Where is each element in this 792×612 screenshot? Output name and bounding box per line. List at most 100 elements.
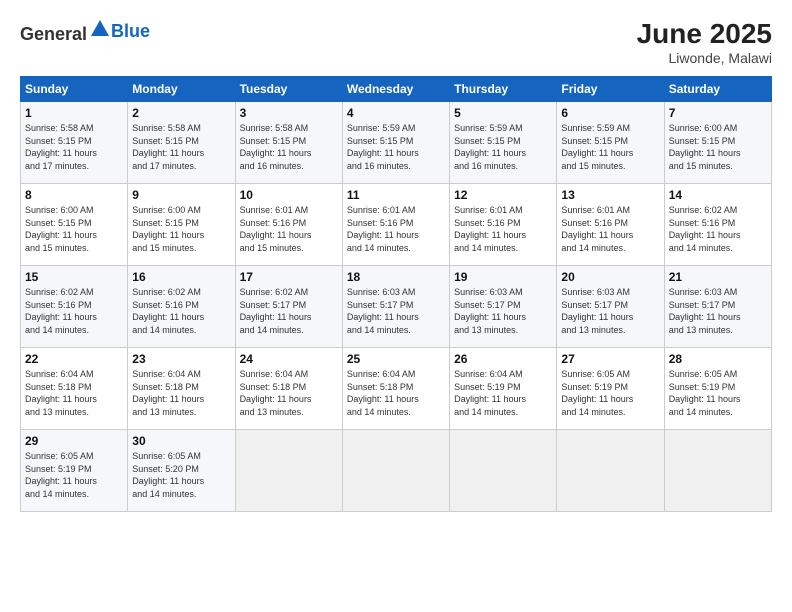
logo-icon [89,18,111,40]
table-row: 22 Sunrise: 6:04 AMSunset: 5:18 PMDayligh… [21,348,128,430]
day-info: Sunrise: 6:04 AMSunset: 5:18 PMDaylight:… [25,368,123,418]
day-number: 24 [240,352,338,366]
table-row: 23Sunrise: 6:04 AMSunset: 5:18 PMDayligh… [128,348,235,430]
table-row: 29 Sunrise: 6:05 AMSunset: 5:19 PMDayligh… [21,430,128,512]
header-row: Sunday Monday Tuesday Wednesday Thursday… [21,77,772,102]
col-friday: Friday [557,77,664,102]
day-number: 7 [669,106,767,120]
day-info: Sunrise: 6:02 AMSunset: 5:17 PMDaylight:… [240,286,338,336]
col-thursday: Thursday [450,77,557,102]
day-number: 14 [669,188,767,202]
day-number: 21 [669,270,767,284]
day-number: 13 [561,188,659,202]
calendar-week-row: 29 Sunrise: 6:05 AMSunset: 5:19 PMDayligh… [21,430,772,512]
calendar-week-row: 22 Sunrise: 6:04 AMSunset: 5:18 PMDayligh… [21,348,772,430]
calendar: Sunday Monday Tuesday Wednesday Thursday… [20,76,772,512]
day-info: Sunrise: 5:59 AMSunset: 5:15 PMDaylight:… [347,122,445,172]
day-number: 17 [240,270,338,284]
day-number: 28 [669,352,767,366]
table-row: 5Sunrise: 5:59 AMSunset: 5:15 PMDaylight… [450,102,557,184]
day-number: 15 [25,270,123,284]
day-info: Sunrise: 6:01 AMSunset: 5:16 PMDaylight:… [561,204,659,254]
table-row: 16 Sunrise: 6:02 AMSunset: 5:16 PMDayligh… [128,266,235,348]
logo-general: General [20,24,87,44]
calendar-week-row: 8Sunrise: 6:00 AMSunset: 5:15 PMDaylight… [21,184,772,266]
col-tuesday: Tuesday [235,77,342,102]
calendar-week-row: 15 Sunrise: 6:02 AMSunset: 5:16 PMDayligh… [21,266,772,348]
day-number: 1 [25,106,123,120]
day-info: Sunrise: 6:03 AMSunset: 5:17 PMDaylight:… [347,286,445,336]
table-row: 18 Sunrise: 6:03 AMSunset: 5:17 PMDayligh… [342,266,449,348]
day-number: 2 [132,106,230,120]
table-row: 14 Sunrise: 6:02 AMSunset: 5:16 PMDayligh… [664,184,771,266]
table-row [450,430,557,512]
day-info: Sunrise: 6:02 AMSunset: 5:16 PMDaylight:… [132,286,230,336]
table-row: 24 Sunrise: 6:04 AMSunset: 5:18 PMDayligh… [235,348,342,430]
day-number: 11 [347,188,445,202]
table-row: 11 Sunrise: 6:01 AMSunset: 5:16 PMDayligh… [342,184,449,266]
day-number: 30 [132,434,230,448]
table-row [664,430,771,512]
day-info: Sunrise: 6:02 AMSunset: 5:16 PMDaylight:… [669,204,767,254]
day-number: 26 [454,352,552,366]
table-row: 30 Sunrise: 6:05 AMSunset: 5:20 PMDayligh… [128,430,235,512]
day-info: Sunrise: 5:59 AMSunset: 5:15 PMDaylight:… [454,122,552,172]
day-info: Sunrise: 6:01 AMSunset: 5:16 PMDaylight:… [454,204,552,254]
day-info: Sunrise: 6:01 AMSunset: 5:16 PMDaylight:… [240,204,338,254]
table-row [342,430,449,512]
day-number: 27 [561,352,659,366]
day-number: 18 [347,270,445,284]
day-info: Sunrise: 6:00 AMSunset: 5:15 PMDaylight:… [25,204,123,254]
table-row: 9 Sunrise: 6:00 AMSunset: 5:15 PMDaylight… [128,184,235,266]
calendar-week-row: 1 Sunrise: 5:58 AMSunset: 5:15 PMDaylight… [21,102,772,184]
table-row: 25Sunrise: 6:04 AMSunset: 5:18 PMDayligh… [342,348,449,430]
logo-blue: Blue [111,21,150,41]
table-row [557,430,664,512]
day-info: Sunrise: 6:02 AMSunset: 5:16 PMDaylight:… [25,286,123,336]
location: Liwonde, Malawi [637,50,772,66]
table-row: 12 Sunrise: 6:01 AMSunset: 5:16 PMDayligh… [450,184,557,266]
table-row [235,430,342,512]
day-number: 23 [132,352,230,366]
day-number: 22 [25,352,123,366]
day-info: Sunrise: 6:00 AMSunset: 5:15 PMDaylight:… [132,204,230,254]
title-block: June 2025 Liwonde, Malawi [637,18,772,66]
day-number: 19 [454,270,552,284]
day-info: Sunrise: 5:59 AMSunset: 5:15 PMDaylight:… [561,122,659,172]
day-number: 29 [25,434,123,448]
month-year: June 2025 [637,18,772,50]
day-number: 10 [240,188,338,202]
day-number: 25 [347,352,445,366]
table-row: 7 Sunrise: 6:00 AMSunset: 5:15 PMDaylight… [664,102,771,184]
logo: General Blue [20,18,150,45]
day-number: 3 [240,106,338,120]
table-row: 17 Sunrise: 6:02 AMSunset: 5:17 PMDayligh… [235,266,342,348]
day-info: Sunrise: 6:03 AMSunset: 5:17 PMDaylight:… [669,286,767,336]
day-info: Sunrise: 5:58 AMSunset: 5:15 PMDaylight:… [25,122,123,172]
table-row: 13 Sunrise: 6:01 AMSunset: 5:16 PMDayligh… [557,184,664,266]
day-info: Sunrise: 6:03 AMSunset: 5:17 PMDaylight:… [561,286,659,336]
day-info: Sunrise: 6:05 AMSunset: 5:19 PMDaylight:… [669,368,767,418]
day-info: Sunrise: 6:05 AMSunset: 5:19 PMDaylight:… [561,368,659,418]
day-info: Sunrise: 5:58 AMSunset: 5:15 PMDaylight:… [240,122,338,172]
header: General Blue June 2025 Liwonde, Malawi [20,18,772,66]
day-number: 12 [454,188,552,202]
day-info: Sunrise: 6:05 AMSunset: 5:19 PMDaylight:… [25,450,123,500]
calendar-body: 1 Sunrise: 5:58 AMSunset: 5:15 PMDaylight… [21,102,772,512]
day-info: Sunrise: 6:05 AMSunset: 5:20 PMDaylight:… [132,450,230,500]
day-info: Sunrise: 6:04 AMSunset: 5:19 PMDaylight:… [454,368,552,418]
col-wednesday: Wednesday [342,77,449,102]
table-row: 27 Sunrise: 6:05 AMSunset: 5:19 PMDayligh… [557,348,664,430]
col-saturday: Saturday [664,77,771,102]
day-info: Sunrise: 6:01 AMSunset: 5:16 PMDaylight:… [347,204,445,254]
day-number: 9 [132,188,230,202]
table-row: 26 Sunrise: 6:04 AMSunset: 5:19 PMDayligh… [450,348,557,430]
day-info: Sunrise: 6:04 AMSunset: 5:18 PMDaylight:… [240,368,338,418]
table-row: 28 Sunrise: 6:05 AMSunset: 5:19 PMDayligh… [664,348,771,430]
day-number: 16 [132,270,230,284]
table-row: 15 Sunrise: 6:02 AMSunset: 5:16 PMDayligh… [21,266,128,348]
day-number: 4 [347,106,445,120]
table-row: 2Sunrise: 5:58 AMSunset: 5:15 PMDaylight… [128,102,235,184]
table-row: 6Sunrise: 5:59 AMSunset: 5:15 PMDaylight… [557,102,664,184]
day-info: Sunrise: 6:00 AMSunset: 5:15 PMDaylight:… [669,122,767,172]
